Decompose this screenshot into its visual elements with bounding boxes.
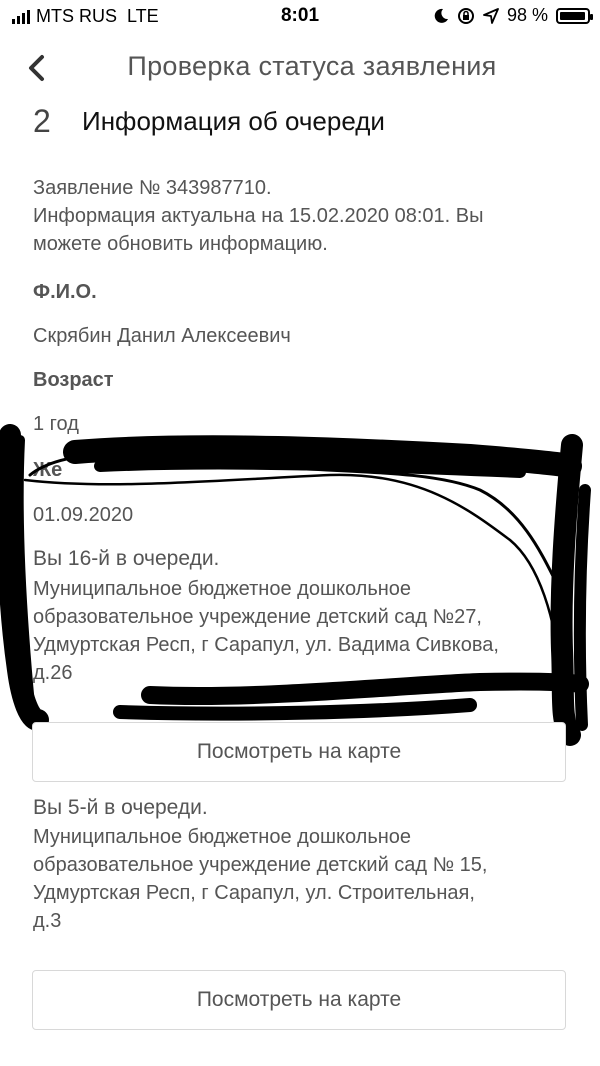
battery-percent: 98 % bbox=[506, 5, 548, 25]
queue-1-line-2: образовательное учреждение детский сад №… bbox=[33, 606, 482, 628]
queue-2-line-3: Удмуртская Респ, г Сарапул, ул. Строител… bbox=[33, 882, 475, 904]
moon-icon bbox=[434, 8, 448, 23]
step-number: 2 bbox=[33, 103, 51, 139]
status-bar: MTS RUS LTE 8:01 98 % bbox=[0, 0, 600, 36]
fio-value: Скрябин Данил Алексеевич bbox=[33, 325, 291, 347]
orientation-lock-icon bbox=[457, 7, 474, 24]
queue-2-position: Вы 5-й в очереди. bbox=[33, 796, 208, 819]
age-value: 1 год bbox=[33, 413, 79, 435]
queue-2-line-1: Муниципальное бюджетное дошкольное bbox=[33, 826, 412, 848]
fio-label: Ф.И.О. bbox=[33, 281, 97, 303]
queue-1-position: Вы 16-й в очереди. bbox=[33, 547, 220, 570]
queue-1-line-4: д.26 bbox=[33, 662, 73, 684]
status-right: 98 % bbox=[433, 5, 593, 26]
age-label: Возраст bbox=[33, 369, 114, 391]
queue-1-line-1: Муниципальное бюджетное дошкольное bbox=[33, 578, 412, 600]
hidden-field-label: Же bbox=[33, 459, 63, 481]
queue-1-line-3: Удмуртская Респ, г Сарапул, ул. Вадима С… bbox=[33, 634, 499, 656]
actuality-line-2: можете обновить информацию. bbox=[33, 233, 328, 255]
section-title: Информация об очереди bbox=[82, 106, 385, 136]
application-number: Заявление № 343987710. bbox=[33, 177, 272, 199]
queue-2-line-2: образовательное учреждение детский сад №… bbox=[33, 854, 488, 876]
actuality-line-1: Информация актуальна на 15.02.2020 08:01… bbox=[33, 205, 484, 227]
queue-2-line-4: д.3 bbox=[33, 910, 62, 932]
location-arrow-icon bbox=[483, 7, 499, 24]
battery-fill bbox=[560, 11, 586, 20]
view-on-map-button-1[interactable]: Посмотреть на карте bbox=[32, 722, 566, 782]
page-title: Проверка статуса заявления bbox=[127, 51, 497, 81]
view-on-map-button-2[interactable]: Посмотреть на карте bbox=[32, 970, 566, 1030]
battery-icon bbox=[556, 7, 593, 24]
date-value: 01.09.2020 bbox=[33, 504, 134, 526]
